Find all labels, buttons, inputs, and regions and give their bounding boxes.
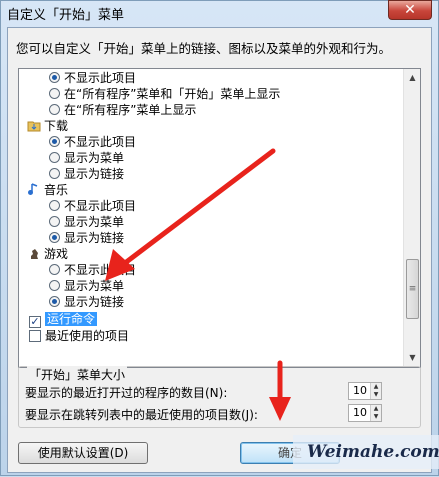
games-menu[interactable]: 显示为菜单 <box>49 279 124 294</box>
radio-icon[interactable] <box>49 232 60 243</box>
customize-start-menu-window: 自定义「开始」菜单 ✕ 您可以自定义「开始」菜单上的链接、图标以及菜单的外观和行… <box>0 0 439 476</box>
checkbox-icon[interactable] <box>29 330 41 342</box>
spin-arrows-icon[interactable]: ▲ ▼ <box>370 383 381 399</box>
recent-programs-spinner[interactable]: 10 ▲ ▼ <box>348 382 382 400</box>
music-note-icon <box>28 183 38 195</box>
radio-icon[interactable] <box>49 200 60 211</box>
radio-icon[interactable] <box>49 216 60 227</box>
radio-icon[interactable] <box>49 136 60 147</box>
music-menu[interactable]: 显示为菜单 <box>49 215 124 230</box>
recent-programs-label: 要显示的最近打开过的程序的数目(N): <box>25 386 228 400</box>
group-title: 「开始」菜单大小 <box>27 366 128 383</box>
run-command-item[interactable]: ✓ 运行命令 <box>29 312 98 328</box>
option-hide[interactable]: 不显示此项目 <box>49 71 136 86</box>
jump-list-label: 要显示在跳转列表中的最近使用的项目数(J): <box>25 408 258 422</box>
vertical-scrollbar[interactable]: ▲ ≡ ▼ <box>403 69 420 367</box>
jump-list-spinner[interactable]: 10 ▲ ▼ <box>348 404 382 422</box>
downloads-link[interactable]: 显示为链接 <box>49 167 124 182</box>
close-button[interactable]: ✕ <box>388 0 432 20</box>
window-title: 自定义「开始」菜单 <box>7 8 125 23</box>
games-link[interactable]: 显示为链接 <box>49 295 124 310</box>
watermark: Weimahe.com <box>293 435 439 469</box>
radio-icon[interactable] <box>49 88 60 99</box>
games-hide[interactable]: 不显示此项目 <box>49 263 136 278</box>
options-tree[interactable]: 不显示此项目 在“所有程序”菜单和「开始」菜单上显示 在“所有程序”菜单上显示 … <box>18 68 421 368</box>
radio-icon[interactable] <box>49 72 60 83</box>
option-show-both[interactable]: 在“所有程序”菜单和「开始」菜单上显示 <box>49 87 280 102</box>
scroll-up-icon[interactable]: ▲ <box>405 70 420 86</box>
option-show-all-programs[interactable]: 在“所有程序”菜单上显示 <box>49 103 196 118</box>
spin-arrows-icon[interactable]: ▲ ▼ <box>370 405 381 421</box>
downloads-folder-icon <box>27 121 41 132</box>
scroll-down-icon[interactable]: ▼ <box>405 350 420 366</box>
radio-icon[interactable] <box>49 152 60 163</box>
downloads-menu[interactable]: 显示为菜单 <box>49 151 124 166</box>
music-link[interactable]: 显示为链接 <box>49 231 124 246</box>
recent-items-item[interactable]: 最近使用的项目 <box>29 329 129 344</box>
radio-icon[interactable] <box>49 264 60 275</box>
dialog-client: 您可以自定义「开始」菜单上的链接、图标以及菜单的外观和行为。 不显示此项目 在“… <box>7 27 432 473</box>
description-text: 您可以自定义「开始」菜单上的链接、图标以及菜单的外观和行为。 <box>16 41 392 56</box>
games-chess-icon <box>31 249 38 259</box>
group-music: 音乐 <box>27 183 68 198</box>
title-bar: 自定义「开始」菜单 ✕ <box>1 0 438 25</box>
downloads-hide[interactable]: 不显示此项目 <box>49 135 136 150</box>
group-downloads: 下载 <box>27 119 68 134</box>
music-hide[interactable]: 不显示此项目 <box>49 199 136 214</box>
group-games: 游戏 <box>27 247 68 262</box>
checkbox-checked-icon[interactable]: ✓ <box>29 316 41 328</box>
radio-icon[interactable] <box>49 296 60 307</box>
use-defaults-button[interactable]: 使用默认设置(D) <box>18 442 148 464</box>
radio-icon[interactable] <box>49 104 60 115</box>
radio-icon[interactable] <box>49 280 60 291</box>
radio-icon[interactable] <box>49 168 60 179</box>
scroll-thumb[interactable]: ≡ <box>406 259 419 319</box>
start-menu-size-group: 「开始」菜单大小 要显示的最近打开过的程序的数目(N): 10 ▲ ▼ 要显示在跳… <box>18 366 421 428</box>
